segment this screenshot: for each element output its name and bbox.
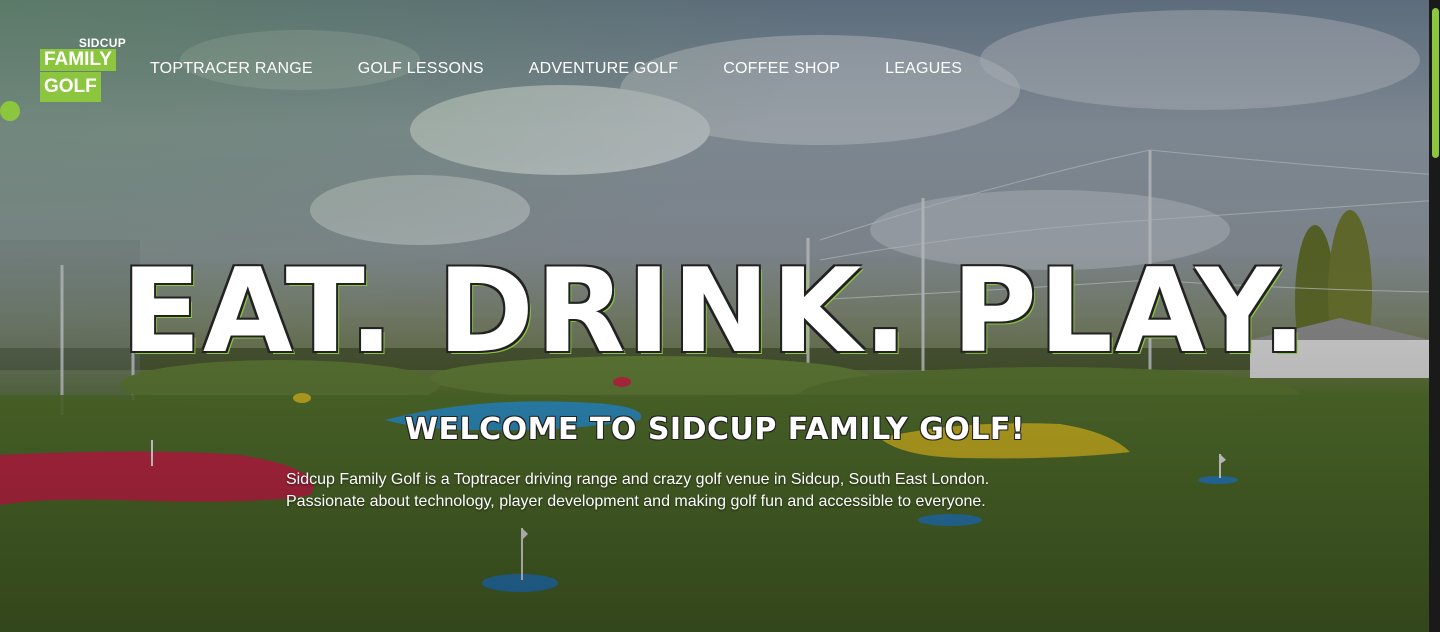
logo-text-sidcup: SIDCUP [78, 36, 126, 50]
scrollbar-thumb[interactable] [1432, 8, 1439, 158]
logo-text-family: FAMILY [40, 49, 116, 71]
nav-item-adventure-golf[interactable]: ADVENTURE GOLF [529, 60, 679, 78]
hero-subhead: WELCOME TO SIDCUP FAMILY GOLF! [404, 412, 1026, 447]
nav-item-golf-lessons[interactable]: GOLF LESSONS [358, 60, 484, 78]
hero-headline: EAT. DRINK. PLAY. [121, 244, 1309, 379]
logo-text-golf: GOLF [40, 72, 101, 102]
site-logo[interactable]: SIDCUP FAMILY GOLF [40, 36, 128, 104]
nav-item-coffee-shop[interactable]: COFFEE SHOP [723, 60, 840, 78]
green-dot-icon [0, 101, 20, 121]
hero-description: Sidcup Family Golf is a Toptracer drivin… [286, 469, 1186, 513]
main-nav: TOPTRACER RANGE GOLF LESSONS ADVENTURE G… [150, 60, 1007, 78]
hero-description-line-1: Sidcup Family Golf is a Toptracer drivin… [286, 471, 990, 488]
hero-description-line-2: Passionate about technology, player deve… [286, 493, 986, 510]
nav-item-leagues[interactable]: LEAGUES [885, 60, 962, 78]
nav-item-toptracer-range[interactable]: TOPTRACER RANGE [150, 60, 313, 78]
